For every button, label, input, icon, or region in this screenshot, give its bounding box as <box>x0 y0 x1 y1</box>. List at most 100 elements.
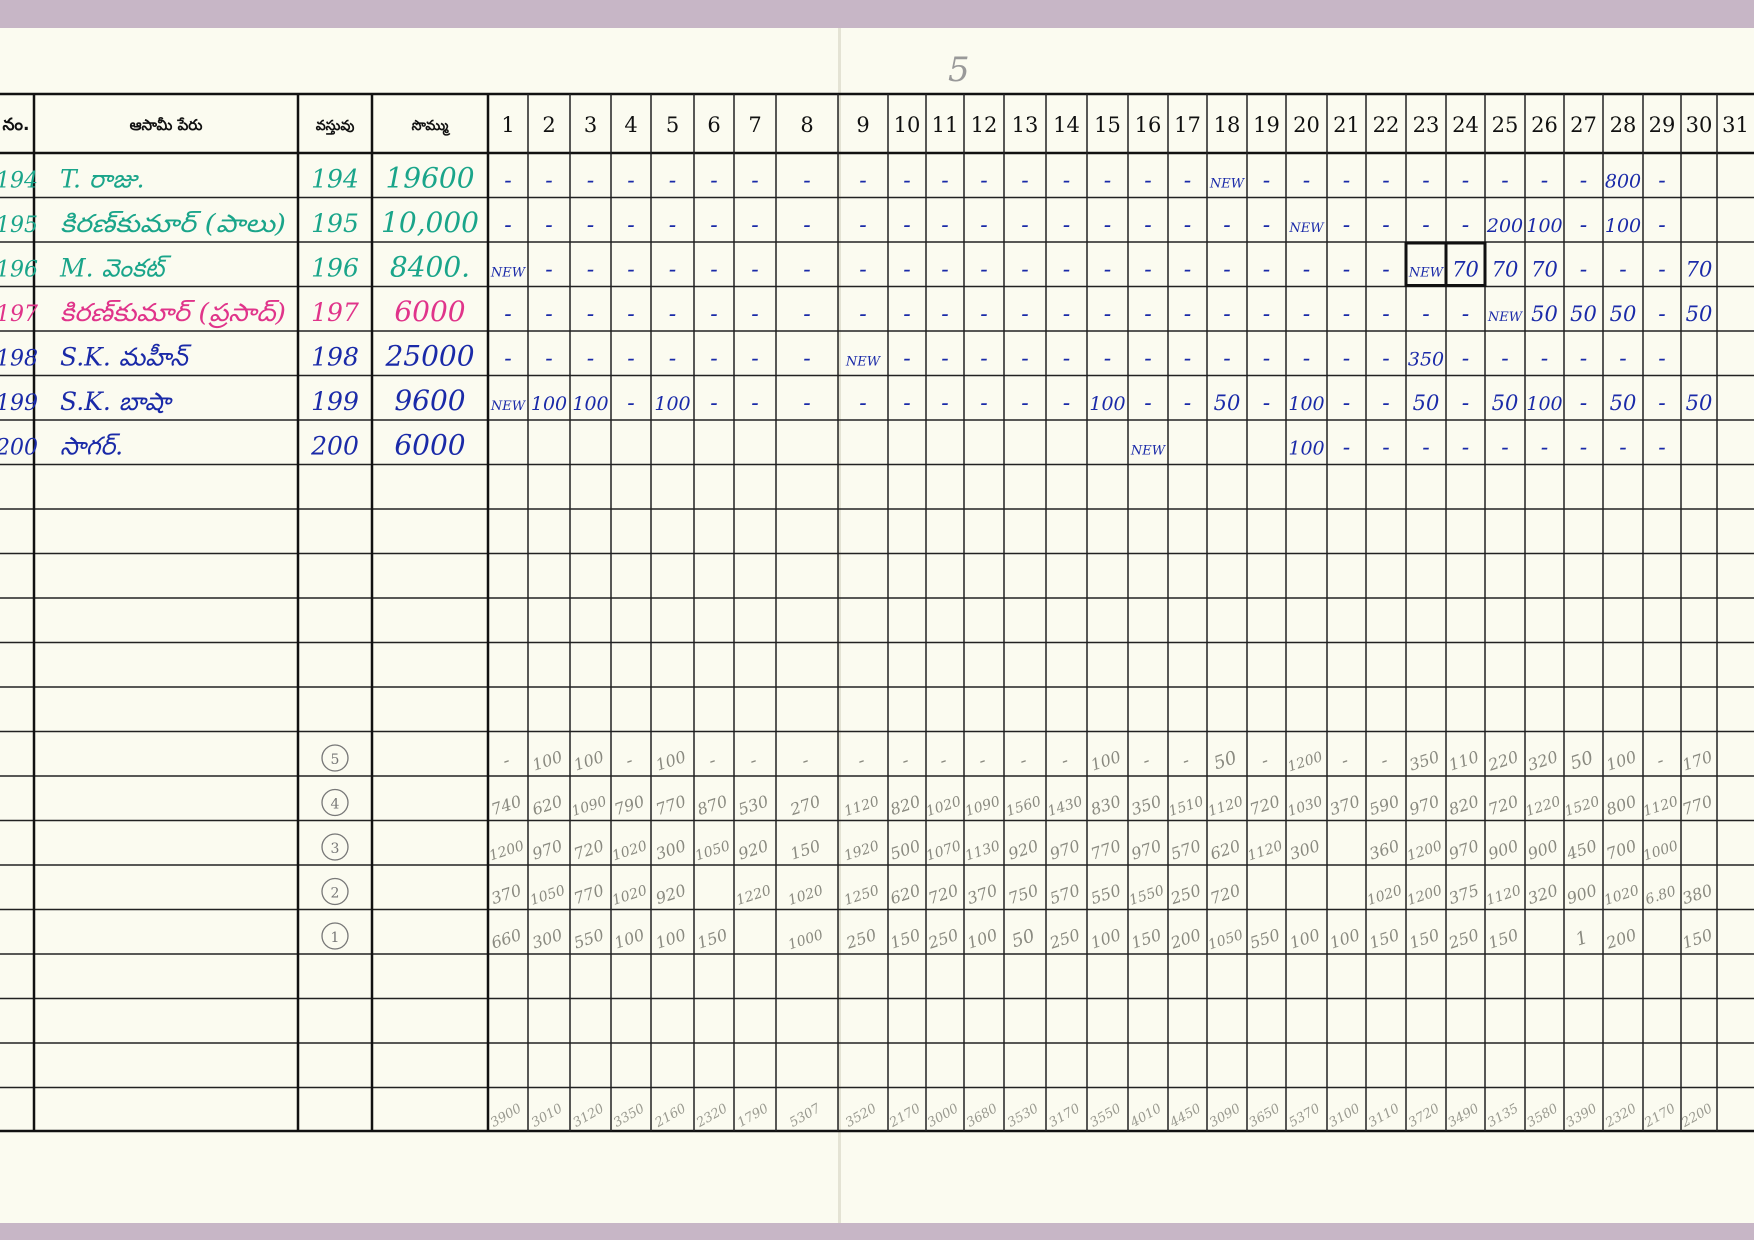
entry-day-mark: - <box>1462 436 1469 461</box>
header-sno: నం. <box>2 115 29 135</box>
total-value: 3900 <box>488 1101 524 1131</box>
entry-day-mark: - <box>710 169 717 194</box>
entry-day-mark: - <box>803 347 810 372</box>
entry-day-mark: - <box>669 302 676 327</box>
header-day-11: 11 <box>932 113 959 137</box>
summary-value: 1120 <box>1484 883 1523 909</box>
entry-day-mark: - <box>627 347 634 372</box>
header-day-7: 7 <box>748 113 761 137</box>
summary-value: - <box>1180 750 1192 772</box>
entry-day-mark: - <box>1223 302 1230 327</box>
entry-day-mark: - <box>1658 302 1665 327</box>
entry-day-mark: - <box>941 169 948 194</box>
entry-day-mark: - <box>1184 258 1191 283</box>
entry-name: S.K. మహీన్ <box>60 343 192 372</box>
summary-value: 450 <box>1563 836 1599 864</box>
summary-value: 150 <box>1680 925 1715 953</box>
summary-value: - <box>747 750 759 772</box>
total-value: 3530 <box>1005 1101 1041 1131</box>
entry-day-mark: - <box>1144 347 1151 372</box>
entry-day-mark: - <box>1422 436 1429 461</box>
entry-day-mark: - <box>1063 302 1070 327</box>
entry-day-mark: - <box>1343 347 1350 372</box>
summary-value: 920 <box>736 836 771 864</box>
summary-value: 770 <box>571 881 606 909</box>
entry-day-mark: - <box>1263 391 1270 416</box>
entry-day-mark: 50 <box>1686 391 1713 415</box>
header-day-8: 8 <box>800 113 813 137</box>
entry-day-mark: NEW <box>1408 266 1445 281</box>
header-day-24: 24 <box>1452 113 1479 137</box>
summary-value: 150 <box>695 925 730 953</box>
entry-day-mark: - <box>1580 391 1587 416</box>
total-value: 3090 <box>1207 1101 1243 1131</box>
summary-value: 1200 <box>1405 883 1444 909</box>
entry-sno: 199 <box>0 391 38 416</box>
summary-value: 150 <box>1486 925 1521 953</box>
entry-day-mark: - <box>803 169 810 194</box>
total-value: 2320 <box>693 1101 730 1131</box>
entry-day-mark: - <box>1580 347 1587 372</box>
entry-day-mark: - <box>1104 213 1111 238</box>
entry-day-mark: - <box>587 213 594 238</box>
summary-value: 320 <box>1525 747 1560 775</box>
summary-value: 700 <box>1604 836 1639 864</box>
summary-value: 720 <box>1208 881 1243 909</box>
summary-value: 870 <box>695 792 730 820</box>
entry-day-mark: - <box>903 169 910 194</box>
entry-day-mark: - <box>1184 302 1191 327</box>
entry-day-mark: 100 <box>1288 393 1324 415</box>
entry-day-mark: - <box>751 258 758 283</box>
entry-name: కిరణ్‌కుమార్ (పాలు) <box>60 209 286 238</box>
entry-day-mark: - <box>1144 169 1151 194</box>
total-value: 3135 <box>1485 1101 1521 1131</box>
entry-day-mark: - <box>1343 213 1350 238</box>
summary-value: 150 <box>1367 925 1402 953</box>
entry-day-mark: - <box>1382 302 1389 327</box>
summary-value: 1560 <box>1004 794 1043 820</box>
entry-day-mark: - <box>1382 347 1389 372</box>
entry-item-no: 200 <box>310 432 359 461</box>
entry-day-mark: - <box>751 347 758 372</box>
summary-value: 1000 <box>786 927 825 953</box>
entry-day-mark: NEW <box>1487 310 1524 325</box>
summary-value: 720 <box>1247 792 1282 820</box>
summary-value: 1020 <box>786 883 825 909</box>
summary-value: 820 <box>1446 792 1481 820</box>
entry-day-mark: 800 <box>1605 171 1641 193</box>
header-day-10: 10 <box>894 113 921 137</box>
summary-row-label: 2 <box>331 886 340 902</box>
entry-day-mark: - <box>1223 347 1230 372</box>
total-value: 4010 <box>1127 1101 1164 1131</box>
summary-row-label: 1 <box>331 930 340 946</box>
entry-amount: 25000 <box>384 340 474 373</box>
header-day-4: 4 <box>624 113 637 137</box>
summary-value: 1020 <box>924 794 963 820</box>
entry-day-mark: - <box>859 391 866 416</box>
entry-day-mark: - <box>669 213 676 238</box>
total-value: 5307 <box>787 1101 824 1131</box>
summary-value: 920 <box>653 881 688 909</box>
summary-value: 100 <box>965 925 1000 953</box>
summary-value: 830 <box>1088 792 1123 820</box>
entry-day-mark: - <box>1501 347 1508 372</box>
total-value: 2170 <box>1641 1101 1678 1131</box>
entry-day-mark: - <box>751 169 758 194</box>
summary-value: 300 <box>1287 836 1322 864</box>
header-day-18: 18 <box>1214 113 1241 137</box>
summary-value: 320 <box>1525 881 1560 909</box>
total-value: 2200 <box>1678 1101 1715 1131</box>
entry-day-mark: - <box>1144 213 1151 238</box>
summary-value: 1200 <box>487 838 526 864</box>
entry-day-mark: 70 <box>1492 258 1519 282</box>
header-day-28: 28 <box>1610 113 1637 137</box>
entry-day-mark: 200 <box>1486 215 1523 237</box>
entry-day-mark: - <box>545 302 552 327</box>
entry-day-mark: - <box>1462 169 1469 194</box>
entry-sno: 197 <box>0 302 38 327</box>
summary-value: 1020 <box>610 883 649 909</box>
entry-sno: 200 <box>0 436 38 461</box>
entry-day-mark: - <box>1619 258 1626 283</box>
entry-amount: 6000 <box>394 295 465 328</box>
entry-day-mark: - <box>859 258 866 283</box>
